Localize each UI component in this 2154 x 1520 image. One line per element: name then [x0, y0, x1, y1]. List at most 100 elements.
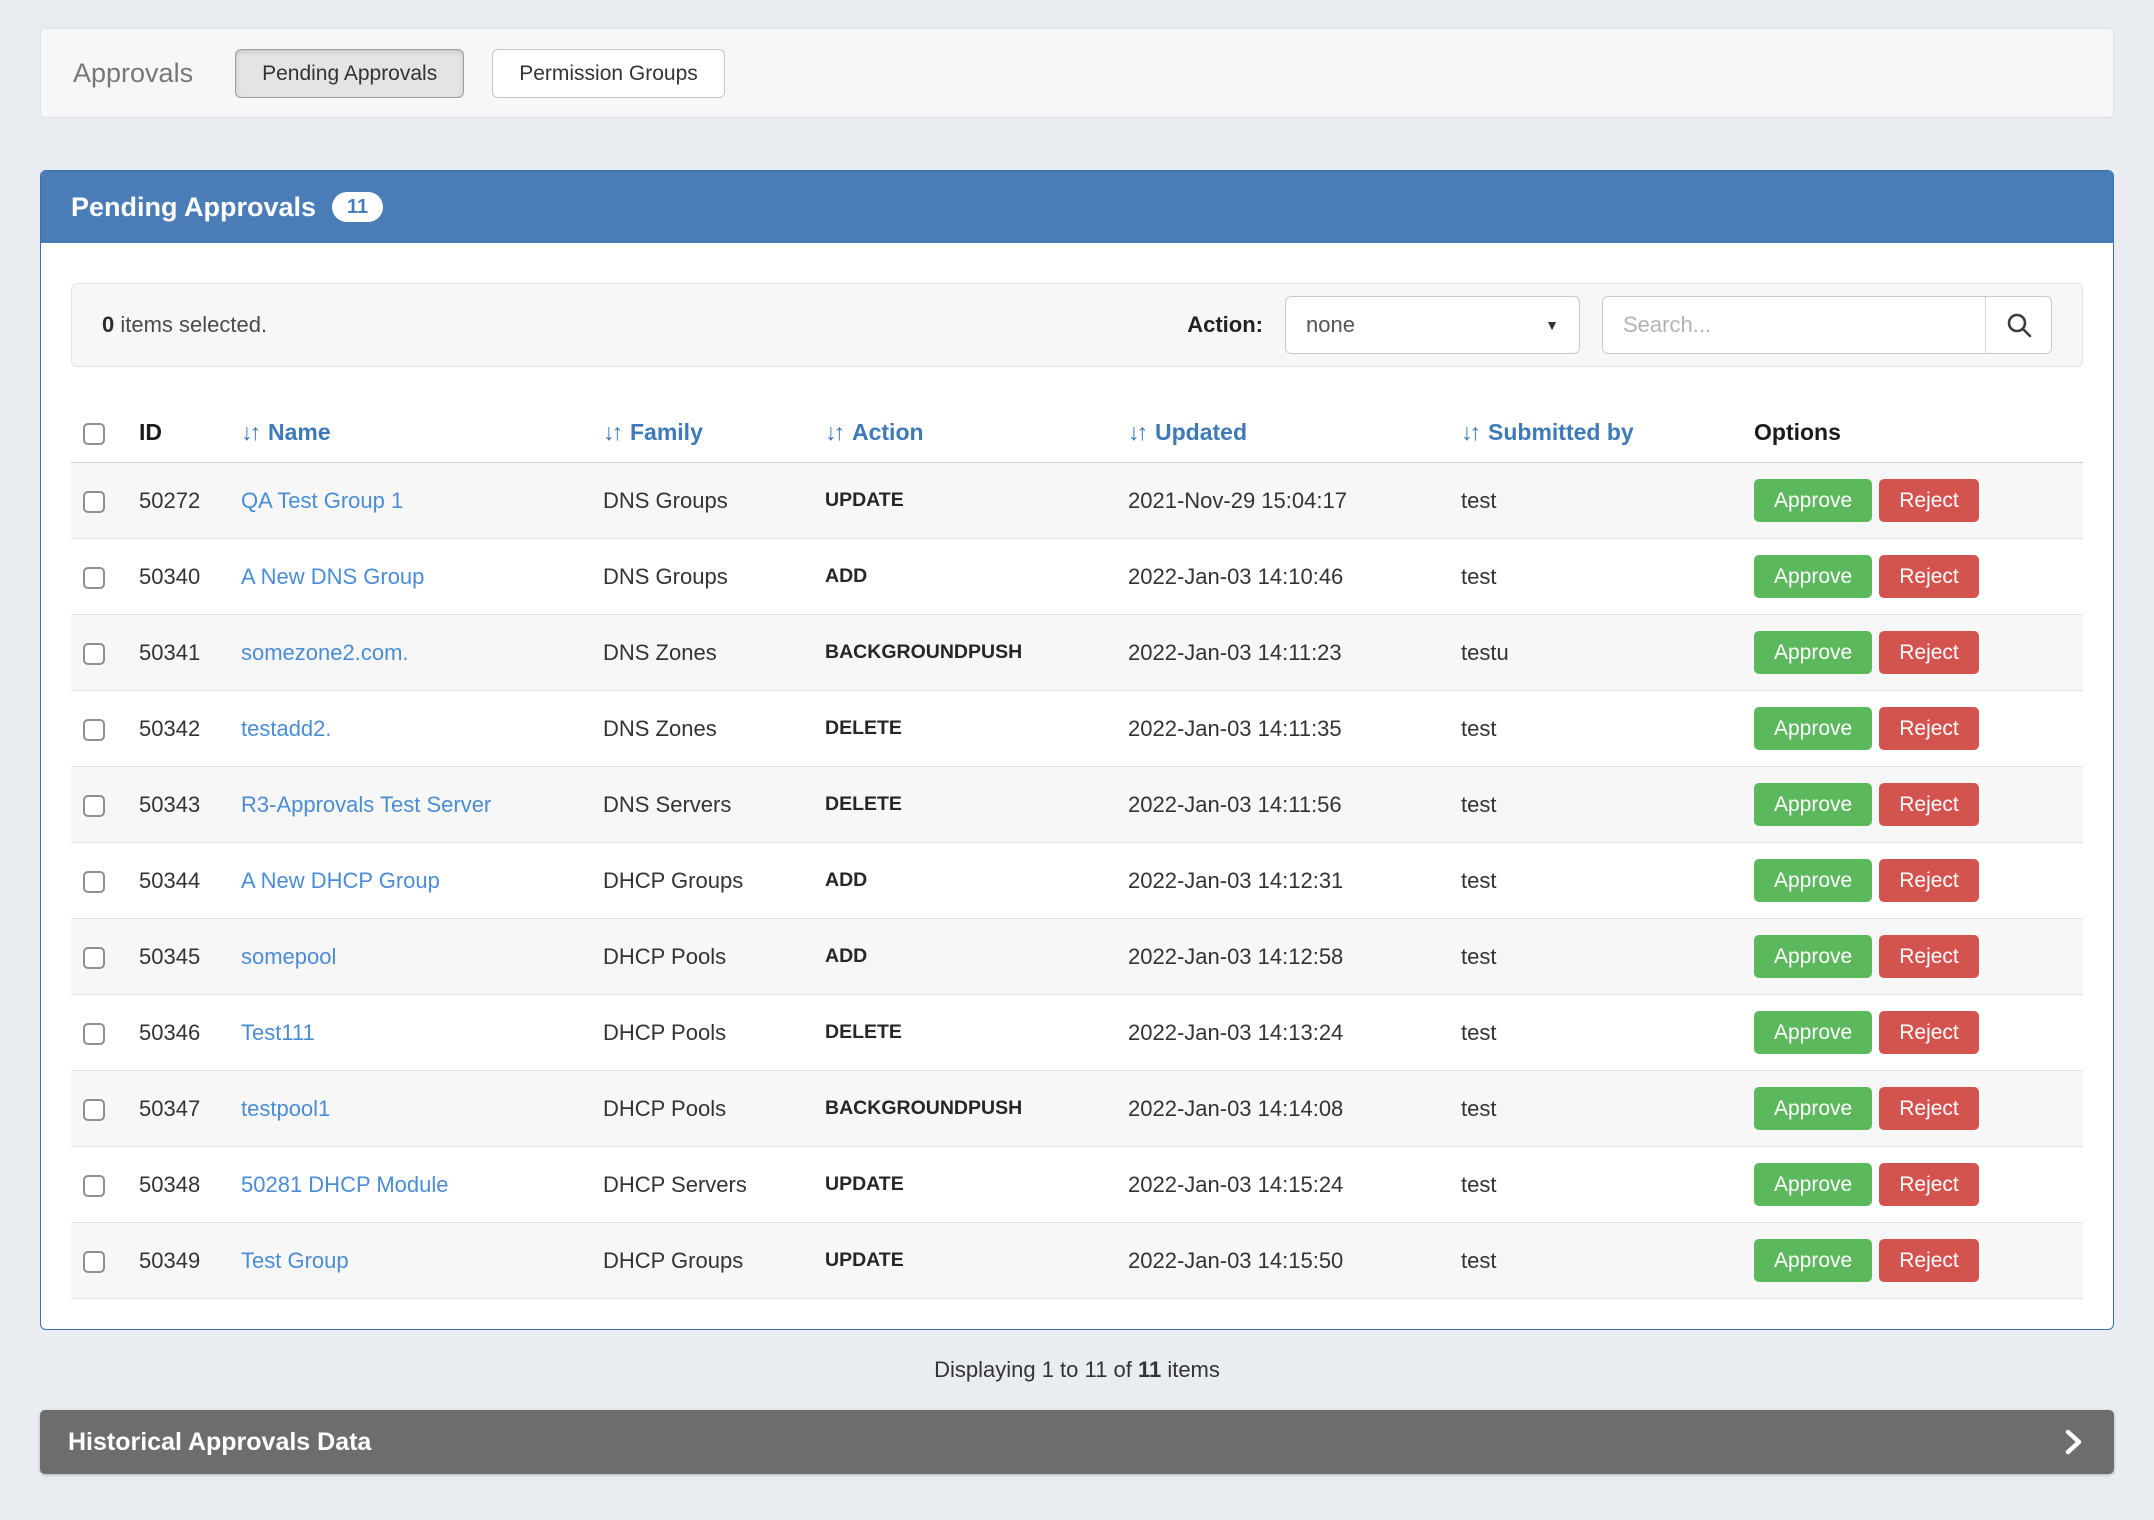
row-checkbox[interactable]	[83, 795, 105, 817]
reject-button[interactable]: Reject	[1879, 935, 1979, 978]
row-family: DHCP Pools	[591, 919, 813, 995]
search-input[interactable]	[1603, 297, 1985, 353]
row-action: ADD	[813, 843, 1116, 919]
row-submitted-by: test	[1449, 995, 1742, 1071]
historical-approvals-title: Historical Approvals Data	[68, 1428, 371, 1457]
row-name-link[interactable]: R3-Approvals Test Server	[241, 792, 491, 817]
row-name-link[interactable]: A New DHCP Group	[241, 868, 440, 893]
row-options: Approve Reject	[1754, 1087, 2071, 1130]
row-submitted-by: test	[1449, 767, 1742, 843]
col-header-id: ID	[127, 403, 229, 463]
search-group	[1602, 296, 2052, 354]
row-name-link[interactable]: 50281 DHCP Module	[241, 1172, 449, 1197]
row-checkbox[interactable]	[83, 1175, 105, 1197]
row-name-link[interactable]: Test111	[241, 1020, 315, 1045]
selected-text: items selected.	[114, 312, 267, 337]
row-id: 50349	[127, 1223, 229, 1299]
row-checkbox[interactable]	[83, 871, 105, 893]
col-header-action[interactable]: ↓↑Action	[813, 403, 1116, 463]
row-name-link[interactable]: A New DNS Group	[241, 564, 424, 589]
row-family: DHCP Pools	[591, 995, 813, 1071]
chevron-right-icon	[2060, 1427, 2086, 1457]
count-badge: 11	[332, 192, 383, 222]
action-select[interactable]: none ▼	[1285, 296, 1580, 354]
row-checkbox[interactable]	[83, 491, 105, 513]
selected-summary: 0 items selected.	[102, 312, 267, 338]
reject-button[interactable]: Reject	[1879, 631, 1979, 674]
row-checkbox[interactable]	[83, 1023, 105, 1045]
row-checkbox[interactable]	[83, 1099, 105, 1121]
approve-button[interactable]: Approve	[1754, 1239, 1872, 1282]
approve-button[interactable]: Approve	[1754, 479, 1872, 522]
table-row: 50342 testadd2. DNS Zones DELETE 2022-Ja…	[71, 691, 2083, 767]
search-button[interactable]	[1985, 297, 2051, 353]
row-updated: 2022-Jan-03 14:14:08	[1116, 1071, 1449, 1147]
row-name-link[interactable]: testpool1	[241, 1096, 330, 1121]
reject-button[interactable]: Reject	[1879, 555, 1979, 598]
tab-pending-approvals[interactable]: Pending Approvals	[235, 49, 464, 98]
row-updated: 2022-Jan-03 14:12:58	[1116, 919, 1449, 995]
panel-title: Pending Approvals	[71, 192, 316, 223]
row-id: 50348	[127, 1147, 229, 1223]
approve-button[interactable]: Approve	[1754, 631, 1872, 674]
approve-button[interactable]: Approve	[1754, 555, 1872, 598]
row-checkbox[interactable]	[83, 947, 105, 969]
chevron-down-icon: ▼	[1545, 317, 1559, 333]
approve-button[interactable]: Approve	[1754, 1163, 1872, 1206]
row-updated: 2021-Nov-29 15:04:17	[1116, 463, 1449, 539]
row-name-link[interactable]: testadd2.	[241, 716, 332, 741]
reject-button[interactable]: Reject	[1879, 479, 1979, 522]
row-id: 50343	[127, 767, 229, 843]
tab-permission-groups[interactable]: Permission Groups	[492, 49, 725, 98]
approve-button[interactable]: Approve	[1754, 783, 1872, 826]
panel-header: Pending Approvals 11	[41, 171, 2113, 243]
historical-approvals-header[interactable]: Historical Approvals Data	[40, 1410, 2114, 1474]
reject-button[interactable]: Reject	[1879, 707, 1979, 750]
row-checkbox[interactable]	[83, 643, 105, 665]
row-updated: 2022-Jan-03 14:13:24	[1116, 995, 1449, 1071]
row-submitted-by: test	[1449, 843, 1742, 919]
sort-icon: ↓↑	[241, 419, 258, 445]
row-submitted-by: test	[1449, 919, 1742, 995]
row-options: Approve Reject	[1754, 859, 2071, 902]
col-header-family[interactable]: ↓↑Family	[591, 403, 813, 463]
approve-button[interactable]: Approve	[1754, 1087, 1872, 1130]
table-header-row: ID ↓↑Name ↓↑Family ↓↑Action ↓↑Updated ↓↑…	[71, 403, 2083, 463]
row-name-link[interactable]: QA Test Group 1	[241, 488, 403, 513]
row-family: DNS Groups	[591, 463, 813, 539]
row-name-link[interactable]: Test Group	[241, 1248, 349, 1273]
reject-button[interactable]: Reject	[1879, 1087, 1979, 1130]
col-header-updated[interactable]: ↓↑Updated	[1116, 403, 1449, 463]
row-id: 50341	[127, 615, 229, 691]
reject-button[interactable]: Reject	[1879, 1163, 1979, 1206]
row-options: Approve Reject	[1754, 479, 2071, 522]
select-all-checkbox[interactable]	[83, 423, 105, 445]
approve-button[interactable]: Approve	[1754, 859, 1872, 902]
row-id: 50347	[127, 1071, 229, 1147]
col-header-name[interactable]: ↓↑Name	[229, 403, 591, 463]
row-name-link[interactable]: somepool	[241, 944, 336, 969]
row-checkbox[interactable]	[83, 719, 105, 741]
row-family: DNS Zones	[591, 615, 813, 691]
approve-button[interactable]: Approve	[1754, 1011, 1872, 1054]
reject-button[interactable]: Reject	[1879, 859, 1979, 902]
col-header-submitted-by[interactable]: ↓↑Submitted by	[1449, 403, 1742, 463]
table-row: 50343 R3-Approvals Test Server DNS Serve…	[71, 767, 2083, 843]
row-submitted-by: test	[1449, 691, 1742, 767]
row-name-link[interactable]: somezone2.com.	[241, 640, 409, 665]
row-submitted-by: test	[1449, 1071, 1742, 1147]
row-action: ADD	[813, 919, 1116, 995]
reject-button[interactable]: Reject	[1879, 1239, 1979, 1282]
row-action: DELETE	[813, 691, 1116, 767]
row-options: Approve Reject	[1754, 1239, 2071, 1282]
reject-button[interactable]: Reject	[1879, 1011, 1979, 1054]
reject-button[interactable]: Reject	[1879, 783, 1979, 826]
approve-button[interactable]: Approve	[1754, 935, 1872, 978]
approve-button[interactable]: Approve	[1754, 707, 1872, 750]
row-updated: 2022-Jan-03 14:15:50	[1116, 1223, 1449, 1299]
row-checkbox[interactable]	[83, 1251, 105, 1273]
row-options: Approve Reject	[1754, 935, 2071, 978]
row-checkbox[interactable]	[83, 567, 105, 589]
row-submitted-by: test	[1449, 1223, 1742, 1299]
row-action: DELETE	[813, 767, 1116, 843]
